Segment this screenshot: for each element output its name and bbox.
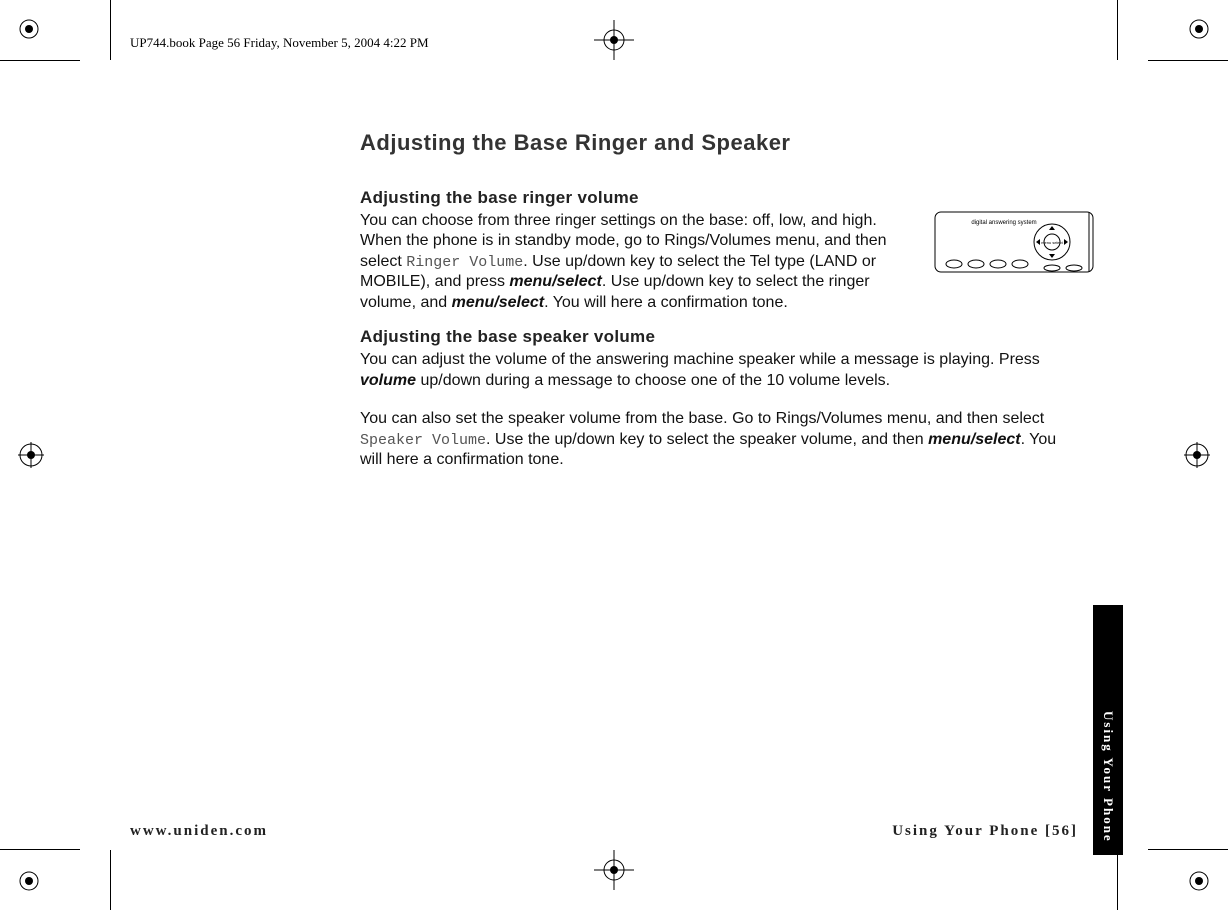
section-tab-label: Using Your Phone [1100, 711, 1116, 843]
crop-cross-icon [594, 20, 634, 60]
body-paragraph: You can choose from three ringer setting… [360, 211, 920, 313]
registration-mark-icon [1188, 870, 1210, 892]
menu-option-text: Ringer Volume [406, 254, 523, 271]
crop-mark-icon [0, 60, 80, 61]
keypress-label: menu/select [452, 294, 544, 311]
body-paragraph: You can adjust the volume of the answeri… [360, 350, 1080, 391]
registration-mark-icon [18, 18, 40, 40]
registration-mark-icon [18, 442, 44, 468]
crop-mark-icon [1148, 849, 1228, 850]
keypress-label: menu/select [928, 431, 1020, 448]
crop-mark-icon [1148, 60, 1228, 61]
footer-url: www.uniden.com [130, 823, 268, 840]
footer-page-label: Using Your Phone [56] [892, 823, 1078, 840]
menu-option-text: Speaker Volume [360, 432, 486, 449]
page-content: Adjusting the Base Ringer and Speaker Ad… [360, 130, 1080, 471]
device-label-text: digital answering system [971, 220, 1036, 226]
crop-mark-icon [0, 849, 80, 850]
section-tab: Using Your Phone [1093, 605, 1123, 855]
section-heading: Adjusting the base speaker volume [360, 327, 1080, 347]
svg-text:menu select: menu select [1041, 240, 1063, 245]
crop-cross-icon [594, 850, 634, 890]
registration-mark-icon [18, 870, 40, 892]
page-meta-header: UP744.book Page 56 Friday, November 5, 2… [130, 35, 429, 51]
page-title: Adjusting the Base Ringer and Speaker [360, 130, 1080, 156]
crop-mark-icon [110, 850, 111, 910]
page-footer: www.uniden.com Using Your Phone [56] [130, 823, 1078, 840]
base-unit-illustration: digital answering system menu select [934, 202, 1094, 282]
crop-mark-icon [1117, 850, 1118, 910]
crop-mark-icon [110, 0, 111, 60]
keypress-label: menu/select [509, 273, 601, 290]
section-heading: Adjusting the base ringer volume [360, 188, 920, 208]
registration-mark-icon [1188, 18, 1210, 40]
keypress-label: volume [360, 372, 416, 389]
crop-mark-icon [1117, 0, 1118, 60]
body-paragraph: You can also set the speaker volume from… [360, 409, 1080, 470]
registration-mark-icon [1184, 442, 1210, 468]
